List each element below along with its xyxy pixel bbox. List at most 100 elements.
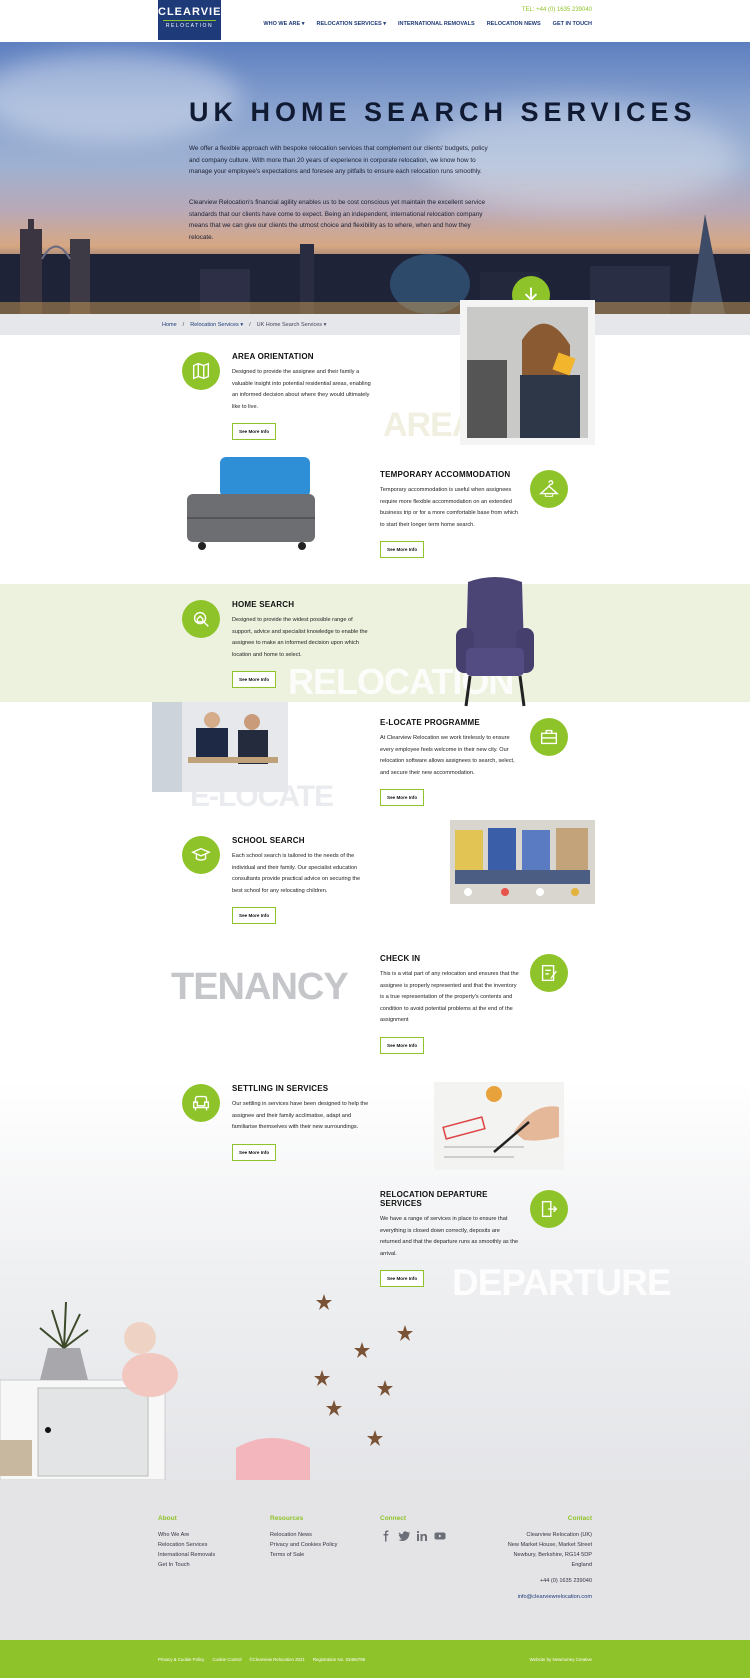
nav-who-we-are[interactable]: WHO WE ARE ▾ [263,21,304,27]
see-more-info-button[interactable]: See More Info [232,423,277,440]
twitter-icon[interactable] [398,1530,410,1542]
footer-connect: Connect [380,1514,446,1542]
service-description: Each school search is tailored to the ne… [232,853,361,894]
service-description: We have a range of services in place to … [380,1216,519,1257]
site-credit[interactable]: Website by Newmoney Creative [530,1657,592,1662]
registration-text: Registration No. 03456789 [312,1657,366,1662]
footer-heading: Contact [567,1515,592,1522]
header-phone[interactable]: TEL: +44 (0) 1635 239040 [522,7,592,13]
clearview-logo[interactable]: CLEARVIEW RELOCATION [158,0,233,40]
logo-subtitle: RELOCATION [163,20,216,29]
service-area-orientation: AREA ORIENTATION Designed to provide the… [232,352,372,440]
checklist-icon [530,954,568,992]
address-line: Newbury, Berkshire, RG14 5DP [513,1552,592,1558]
site-header: CLEARVIEW RELOCATION TEL: +44 (0) 1635 2… [0,0,750,42]
service-description: Designed to provide the assignee and the… [232,369,371,410]
business-meeting-photo [152,702,288,792]
site-footer: About Who We Are Relocation Services Int… [0,1480,750,1640]
youtube-icon[interactable] [434,1530,446,1542]
footer-link[interactable]: Relocation News [270,1530,337,1540]
address-line: Clearview Relocation (UK) [526,1532,592,1538]
signing-document-photo [434,1082,564,1170]
service-description: At Clearview Relocation we work tireless… [380,735,515,776]
footer-resources: Resources Relocation News Privacy and Co… [270,1514,337,1560]
footer-about: About Who We Are Relocation Services Int… [158,1514,215,1570]
breadcrumb-label: Relocation Services [190,322,239,328]
service-title: SCHOOL SEARCH [232,836,305,845]
children-reading-photo [450,820,595,904]
legal-link[interactable]: Privacy & Cookie Policy [158,1657,204,1662]
briefcase-icon [530,718,568,756]
social-links [380,1530,446,1542]
service-school-search: SCHOOL SEARCH Each school search is tail… [232,836,372,924]
nav-label: WHO WE ARE [263,21,301,27]
footer-phone[interactable]: +44 (0) 1635 239040 [508,1576,592,1586]
breadcrumb-current[interactable]: UK Home Search Services ▾ [257,322,327,328]
service-description: Our settling in services have been desig… [232,1101,369,1130]
service-title: TEMPORARY ACCOMMODATION [380,470,511,479]
hero-paragraph: Clearview Relocation's financial agility… [189,199,486,241]
breadcrumb-label: UK Home Search Services [256,322,323,328]
breadcrumb-separator: / [249,322,251,328]
see-more-info-button[interactable]: See More Info [380,1270,425,1287]
page-title: UK HOME SEARCH SERVICES [189,97,697,127]
footer-heading: Resources [270,1515,304,1522]
ghost-word-tenancy: TENANCY [171,966,349,1008]
breadcrumb-home[interactable]: Home [162,322,177,328]
facebook-icon[interactable] [380,1530,392,1542]
see-more-info-button[interactable]: See More Info [232,671,277,688]
see-more-info-button[interactable]: See More Info [232,1143,277,1161]
service-temporary-accommodation: TEMPORARY ACCOMMODATION Temporary accomm… [380,470,520,558]
service-relocation-departure: RELOCATION DEPARTURE SERVICES We have a … [380,1190,520,1287]
legal-links: Privacy & Cookie Policy Cookie Control ©… [158,1657,365,1662]
breadcrumb-separator: / [182,322,185,328]
armchair-icon [182,1084,220,1122]
footer-link[interactable]: Relocation Services [158,1540,215,1550]
hanger-icon [530,470,568,508]
service-e-locate-programme: E-LOCATE PROGRAMME At Clearview Relocati… [380,718,520,806]
service-title: E-LOCATE PROGRAMME [380,718,480,727]
exit-icon [530,1190,568,1228]
nav-get-in-touch[interactable]: GET IN TOUCH [553,21,592,27]
map-icon [182,352,220,390]
logo-name: CLEARVIEW [158,6,233,18]
armchair-photo [456,577,534,707]
service-title: SETTLING IN SERVICES [232,1084,329,1093]
footer-contact: Contact Clearview Relocation (UK) New Ma… [508,1514,592,1602]
breadcrumb-relocation-services[interactable]: Relocation Services ▾ [190,322,243,328]
service-description: This is a vital part of any relocation a… [380,971,519,1023]
service-description: Designed to provide the widest possible … [232,617,368,658]
footer-link[interactable]: International Removals [158,1550,215,1560]
see-more-info-button[interactable]: See More Info [380,541,425,558]
nav-relocation-services[interactable]: RELOCATION SERVICES ▾ [316,21,386,27]
hero-paragraph: We offer a flexible approach with bespok… [189,145,488,175]
linkedin-icon[interactable] [416,1530,428,1542]
main-nav: WHO WE ARE ▾ RELOCATION SERVICES ▾ INTER… [263,21,592,27]
see-more-info-button[interactable]: See More Info [380,1036,425,1054]
address-line: New Market House, Market Street [507,1542,592,1548]
copyright-text: ©Clearview Relocation 2021 [249,1657,305,1662]
hero-banner: UK HOME SEARCH SERVICES We offer a flexi… [0,42,750,314]
nav-international-removals[interactable]: INTERNATIONAL REMOVALS [398,21,475,27]
footer-link[interactable]: Get In Touch [158,1560,215,1570]
legal-link[interactable]: Cookie Control [212,1657,241,1662]
woman-with-sticky-note-photo [460,300,595,445]
address-line: England [571,1562,592,1568]
service-title: HOME SEARCH [232,600,295,609]
nursery-scene-image [0,1294,413,1480]
suitcases-photo [187,457,315,550]
footer-email[interactable]: info@clearviewrelocation.com [508,1592,592,1602]
footer-heading: Connect [380,1515,406,1522]
footer-link[interactable]: Terms of Sale [270,1550,337,1560]
legal-bar: Privacy & Cookie Policy Cookie Control ©… [0,1640,750,1678]
footer-link[interactable]: Who We Are [158,1530,215,1540]
see-more-info-button[interactable]: See More Info [380,789,425,806]
service-home-search: HOME SEARCH Designed to provide the wide… [232,600,372,688]
see-more-info-button[interactable]: See More Info [232,907,277,924]
service-settling-in: SETTLING IN SERVICES Our settling in ser… [232,1084,372,1161]
nav-relocation-news[interactable]: RELOCATION NEWS [487,21,541,27]
school-icon [182,836,220,874]
service-title: CHECK IN [380,954,421,963]
nav-label: RELOCATION SERVICES [316,21,382,27]
footer-link[interactable]: Privacy and Cookies Policy [270,1540,337,1550]
